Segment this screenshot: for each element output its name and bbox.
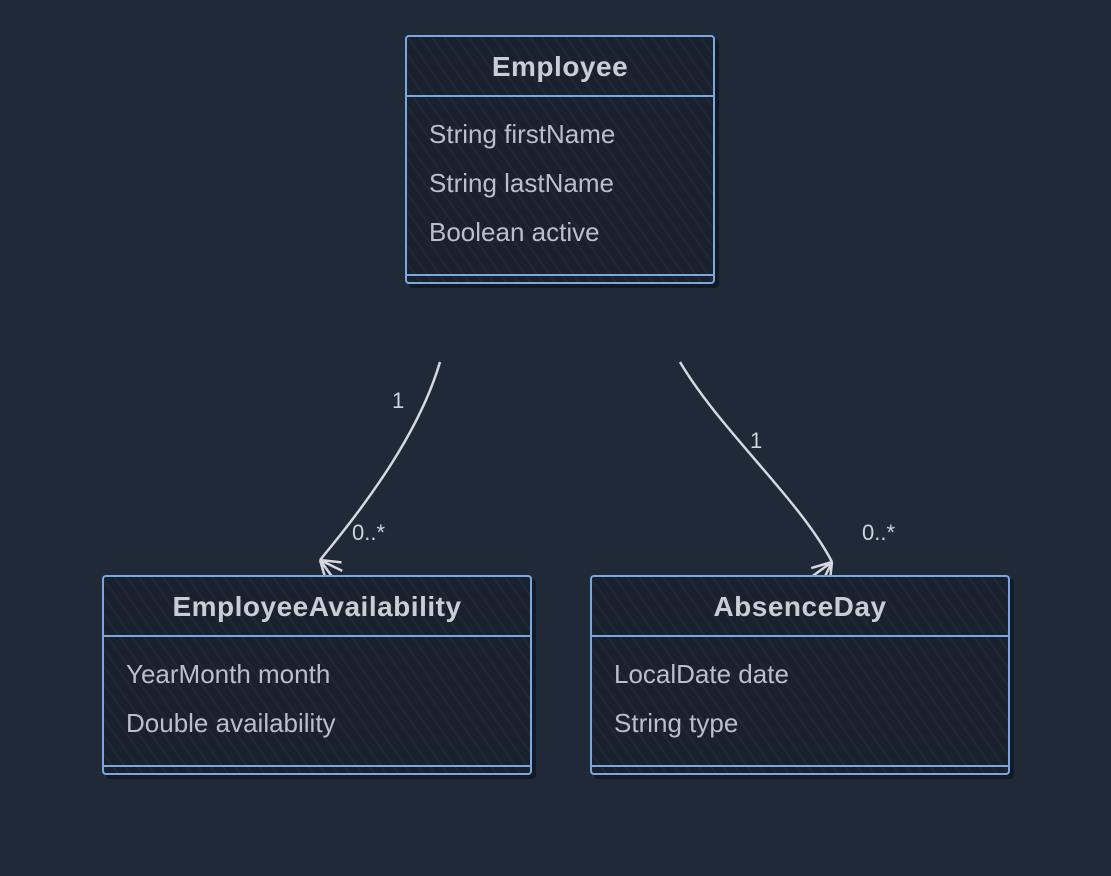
mult-emp-to-availability-dst: 0..* [352, 520, 385, 546]
class-employee-title: Employee [407, 37, 713, 97]
class-absence-day-body: LocalDate date String type [592, 637, 1008, 767]
attr: Boolean active [429, 217, 691, 248]
class-absence-day-title: AbsenceDay [592, 577, 1008, 637]
class-employee-availability-title: EmployeeAvailability [104, 577, 530, 637]
class-absence-day: AbsenceDay LocalDate date String type [590, 575, 1010, 775]
attr: LocalDate date [614, 659, 986, 690]
uml-canvas: 1 0..* 1 0..* Employee String firstName … [0, 0, 1111, 876]
attr: Double availability [126, 708, 508, 739]
attr: String firstName [429, 119, 691, 150]
attr: String type [614, 708, 986, 739]
mult-emp-to-availability-src: 1 [392, 388, 404, 414]
relation-emp-to-availability [320, 362, 440, 560]
attr: YearMonth month [126, 659, 508, 690]
mult-emp-to-absence-dst: 0..* [862, 520, 895, 546]
mult-emp-to-absence-src: 1 [750, 428, 762, 454]
class-employee-availability-body: YearMonth month Double availability [104, 637, 530, 767]
class-employee-body: String firstName String lastName Boolean… [407, 97, 713, 276]
attr: String lastName [429, 168, 691, 199]
class-employee: Employee String firstName String lastNam… [405, 35, 715, 284]
class-employee-availability: EmployeeAvailability YearMonth month Dou… [102, 575, 532, 775]
relation-emp-to-absence [680, 362, 832, 562]
